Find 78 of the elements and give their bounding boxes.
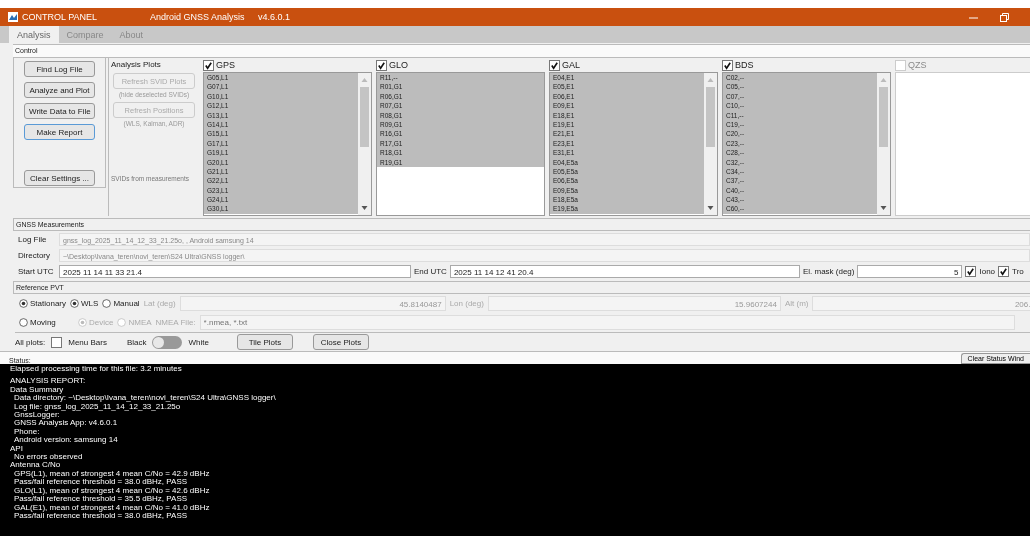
action-button[interactable]: Write Data to File — [24, 103, 95, 119]
scroll-down-icon[interactable] — [880, 204, 887, 212]
radio-icon[interactable] — [70, 299, 80, 308]
scrollbar[interactable] — [877, 73, 890, 215]
constellation-label: QZS — [908, 60, 927, 70]
text-field[interactable]: 2025 11 14 12 41 20.4 — [449, 264, 800, 278]
constellation-label: GAL — [562, 60, 580, 70]
checkbox-label: Tro — [1012, 266, 1024, 276]
scrollbar[interactable] — [358, 73, 371, 215]
tab[interactable]: Analysis — [9, 26, 59, 43]
action-button[interactable]: Make Report — [24, 124, 95, 140]
text-field[interactable]: 2025 11 14 11 33 21.4 — [59, 264, 411, 278]
app-logo-icon — [8, 12, 18, 22]
field-label: NMEA File: — [155, 318, 196, 327]
radio-icon[interactable] — [19, 318, 28, 327]
scroll-thumb[interactable] — [360, 87, 369, 147]
checkbox[interactable] — [203, 59, 214, 71]
status-line: GAL(E1), mean of strongest 4 mean C/No = 41.0 dBHz — [13, 503, 211, 512]
field-label: El. mask (deg) — [802, 266, 855, 276]
switch-label: White — [188, 337, 209, 347]
radio-button[interactable]: Stationary — [19, 299, 67, 308]
radio-icon[interactable] — [102, 299, 112, 308]
constellation-label: GPS — [216, 60, 235, 70]
checkbox-label: Menu Bars — [68, 337, 107, 347]
app-name: CONTROL PANEL — [22, 12, 98, 22]
scroll-down-icon[interactable] — [707, 204, 714, 212]
status-line: Android version: samsung 14 — [13, 436, 119, 445]
restore-icon[interactable] — [999, 11, 1010, 23]
status-line: Data directory: ~\Desktop\Ivana_teren\novi_teren\S24 Ultra\GNSS logger\ — [13, 394, 277, 403]
checkbox[interactable] — [722, 59, 733, 71]
status-line: Log file: gnss_log_2025_11_14_12_33_21.25o — [13, 402, 181, 411]
field-label: Start UTC — [17, 266, 55, 276]
status-line: GLO(L1), mean of strongest 4 mean C/No = 42.6 dBHz — [13, 486, 211, 495]
field-label: End UTC — [414, 266, 447, 276]
window-title: Android GNSS Analysis — [150, 12, 246, 22]
radio-button[interactable]: Moving — [19, 318, 74, 327]
bar-label: All plots: — [15, 337, 46, 347]
checkbox[interactable] — [998, 265, 1010, 277]
version-label: v4.6.0.1 — [258, 12, 291, 22]
status-line: GNSS Analysis App: v4.6.0.1 — [13, 419, 119, 428]
checkbox[interactable] — [965, 265, 977, 277]
status-line: Pass/fail reference threshold = 35.5 dBHz, PASS — [13, 495, 189, 504]
field-label: Log File — [17, 234, 48, 244]
status-line: ANALYSIS REPORT: — [10, 377, 87, 386]
status-line: Antenna C/No — [10, 461, 62, 470]
status-line: No errors observed — [13, 453, 84, 462]
radio-icon[interactable] — [19, 299, 28, 308]
status-line: Pass/fail reference threshold = 38.0 dBHz, PASS — [13, 511, 189, 521]
scroll-down-icon[interactable] — [361, 204, 368, 212]
constellation-label: GLO — [389, 60, 408, 70]
constellation-label: BDS — [735, 60, 754, 70]
radio-button[interactable]: WLS — [70, 299, 99, 308]
plot-button[interactable]: Close Plots — [312, 334, 369, 350]
radio-button[interactable]: Manual — [102, 299, 140, 308]
scrollbar[interactable] — [704, 73, 717, 215]
toggle-switch[interactable] — [152, 335, 183, 349]
status-line: API — [10, 444, 24, 454]
field-label: Directory — [17, 250, 51, 260]
status-line: Data Summary — [10, 385, 64, 394]
field-label: Lat (deg) — [143, 299, 176, 308]
checkbox-label: Iono — [979, 266, 996, 276]
scroll-thumb[interactable] — [879, 87, 888, 147]
status-line: Pass/fail reference threshold = 38.0 dBHz, PASS — [13, 478, 189, 487]
clear-settings-button[interactable]: Clear Settings ... — [24, 170, 95, 186]
action-button[interactable]: Analyze and Plot — [24, 82, 95, 98]
switch-label: Black — [126, 337, 147, 347]
status-line: Phone: — [13, 427, 40, 437]
checkbox[interactable] — [51, 336, 63, 348]
status-line: GnssLogger: — [13, 411, 60, 420]
action-button[interactable]: Find Log File — [24, 61, 95, 77]
section-title: Analysis Plots — [111, 60, 161, 69]
scroll-thumb[interactable] — [706, 87, 715, 147]
text-field[interactable]: 5 — [857, 264, 963, 278]
plot-button[interactable]: Tile Plots — [236, 334, 293, 350]
checkbox[interactable] — [549, 59, 560, 71]
status-line: Elapsed processing time for this file: 3.2 minutes — [10, 365, 183, 374]
checkbox[interactable] — [376, 59, 387, 71]
status-line: GPS(L1), mean of strongest 4 mean C/No = 42.9 dBHz — [13, 469, 211, 478]
